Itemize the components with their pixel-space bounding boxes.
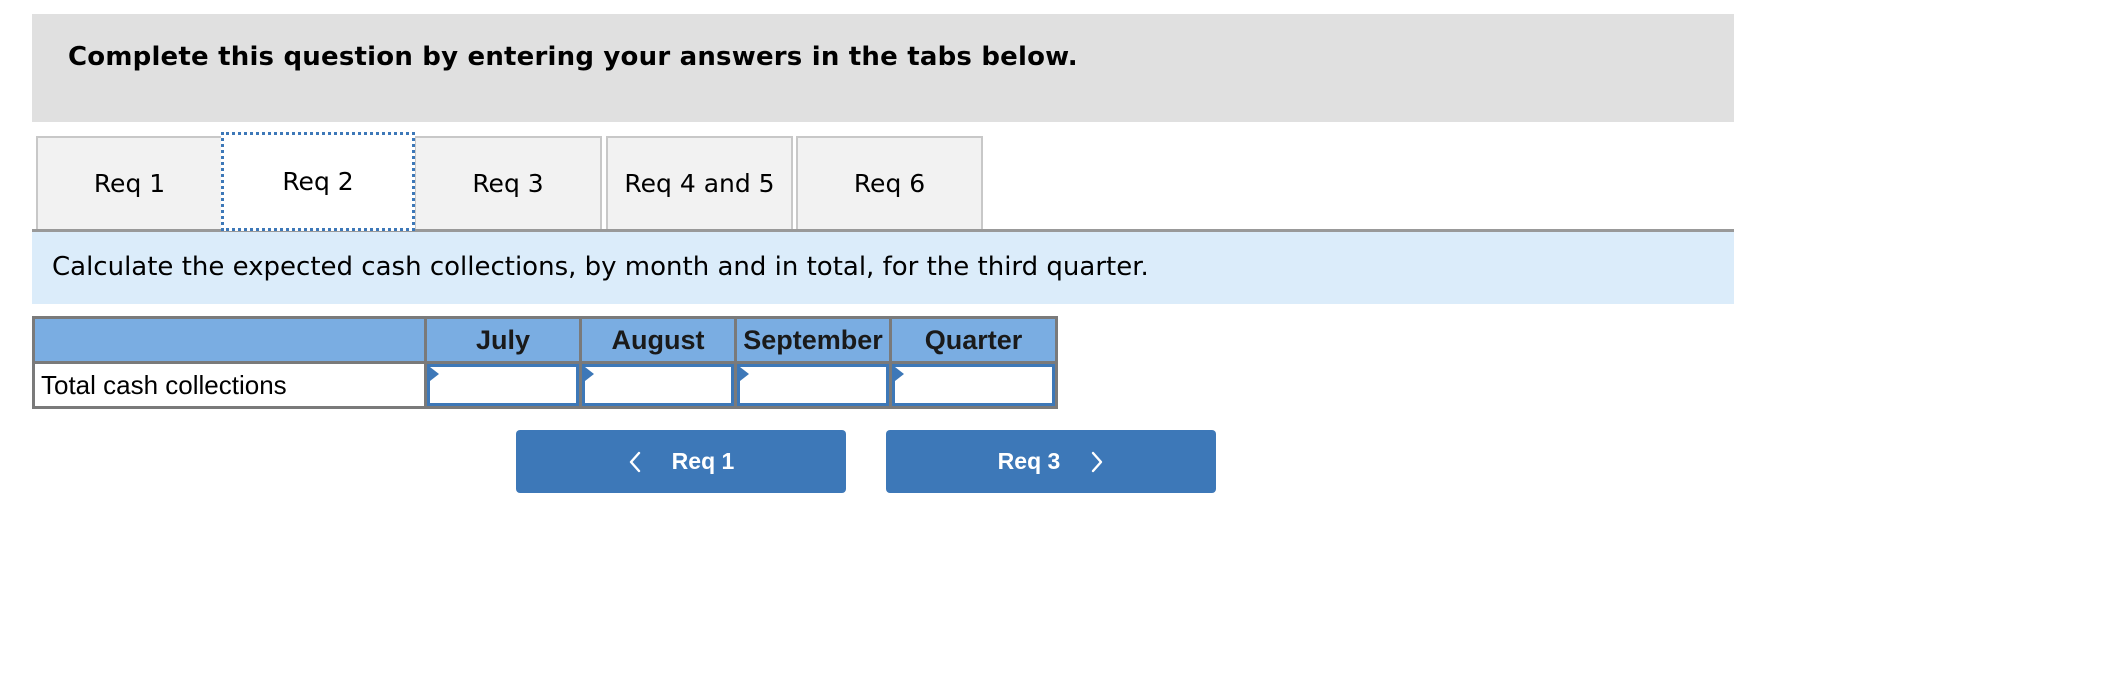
- prev-req-button[interactable]: Req 1: [516, 430, 846, 493]
- august-input[interactable]: [582, 364, 734, 406]
- row-label: Total cash collections: [32, 361, 427, 409]
- cash-collections-table: July August September Quarter Total cash…: [32, 316, 1058, 409]
- question-text: Calculate the expected cash collections,…: [52, 252, 1149, 282]
- tab-req-3[interactable]: Req 3: [414, 136, 602, 229]
- quarter-cell: [889, 361, 1058, 409]
- chevron-right-icon: [1090, 450, 1104, 474]
- column-header-quarter: Quarter: [889, 316, 1058, 364]
- instruction-title: Complete this question by entering your …: [68, 42, 1078, 72]
- requirement-tabs: Req 1 Req 2 Req 3 Req 4 and 5 Req 6: [32, 132, 1734, 232]
- column-header-july: July: [424, 316, 582, 364]
- september-cell: [734, 361, 892, 409]
- column-header-august: August: [579, 316, 737, 364]
- column-header-label: [32, 316, 427, 364]
- july-input[interactable]: [427, 364, 579, 406]
- tab-req-2[interactable]: Req 2: [221, 132, 415, 231]
- table-header-row: July August September Quarter: [32, 316, 1058, 364]
- tab-req-1[interactable]: Req 1: [36, 136, 223, 229]
- tab-req-4-and-5[interactable]: Req 4 and 5: [606, 136, 793, 229]
- chevron-left-icon: [628, 450, 642, 474]
- table-row: Total cash collections: [32, 361, 1058, 409]
- instruction-header: Complete this question by entering your …: [32, 14, 1734, 122]
- july-cell: [424, 361, 582, 409]
- august-cell: [579, 361, 737, 409]
- column-header-september: September: [734, 316, 892, 364]
- prev-req-label: Req 1: [671, 448, 735, 474]
- next-req-button[interactable]: Req 3: [886, 430, 1216, 493]
- tab-req-6[interactable]: Req 6: [796, 136, 983, 229]
- next-req-label: Req 3: [997, 448, 1061, 474]
- quarter-input[interactable]: [892, 364, 1055, 406]
- september-input[interactable]: [737, 364, 889, 406]
- question-band: Calculate the expected cash collections,…: [32, 232, 1734, 304]
